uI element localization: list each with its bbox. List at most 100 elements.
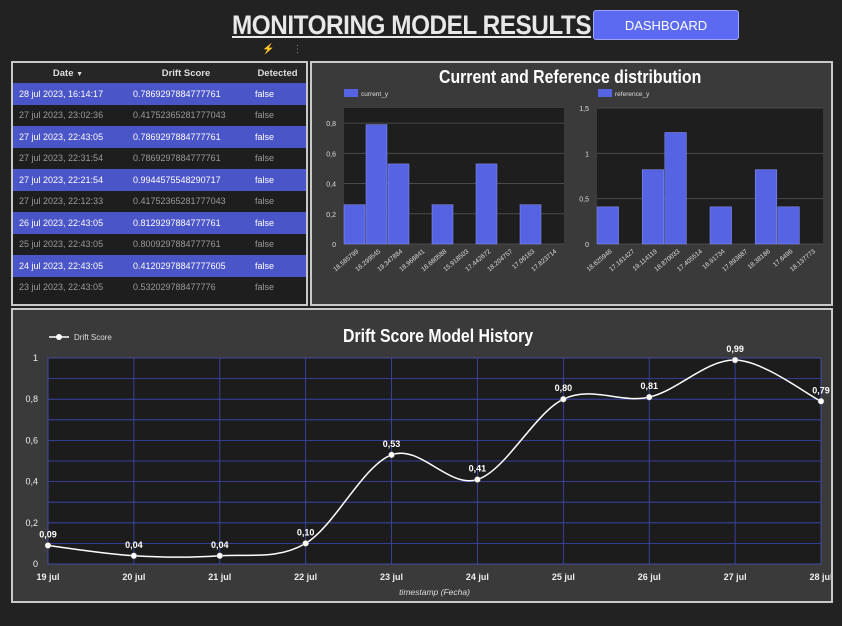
x-tick-label: 20 jul — [122, 572, 145, 582]
table-cell-detected: false — [249, 276, 306, 298]
data-label: 0,10 — [297, 527, 315, 537]
table-cell-score: 0.7869297884777761 — [123, 83, 249, 105]
table-cell-score: 0.8129297884777761 — [123, 212, 249, 234]
data-label: 0,81 — [640, 381, 658, 391]
bar — [343, 204, 366, 245]
data-point — [130, 552, 138, 560]
y-tick-label: 0,6 — [25, 435, 38, 445]
table-cell-detected: false — [249, 104, 306, 126]
y-tick-label: 1 — [585, 151, 589, 158]
table-row[interactable]: 26 jul 2023, 22:43:05 0.8129297884777761 f… — [13, 212, 306, 234]
data-label: 0,04 — [211, 540, 229, 550]
table-cell-date: 23 jul 2023, 22:43:05 — [13, 276, 123, 298]
x-tick-label: 26 jul — [638, 572, 661, 582]
bar — [754, 169, 778, 245]
table-row[interactable]: 25 jul 2023, 22:43:05 0.8009297884777761 f… — [13, 233, 306, 255]
table-cell-score: 0.7869297884777761 — [123, 126, 249, 148]
table-cell-score: 0.41202978847777605 — [123, 255, 249, 277]
table-cell-date: 25 jul 2023, 22:43:05 — [13, 233, 123, 255]
table-row[interactable]: 24 jul 2023, 22:43:05 0.41202978847777605… — [13, 255, 306, 277]
bar — [664, 132, 687, 245]
legend-swatch — [344, 89, 358, 97]
legend-swatch — [598, 89, 612, 97]
table-row[interactable]: 27 jul 2023, 22:12:33 0.41752365281777043… — [13, 190, 306, 212]
y-tick-label: 0,8 — [326, 121, 336, 128]
y-tick-label: 0,5 — [579, 197, 589, 204]
table-cell-detected: false — [249, 169, 306, 191]
data-label: 0,04 — [125, 540, 143, 550]
table-cell-detected: false — [249, 126, 306, 148]
bar — [475, 163, 498, 245]
data-point — [817, 398, 825, 405]
bar — [519, 204, 542, 245]
data-point — [44, 542, 52, 549]
x-tick-label: 28 jul — [809, 572, 831, 582]
data-point — [302, 540, 309, 547]
data-label: 0,79 — [812, 385, 830, 395]
table-cell-date: 27 jul 2023, 22:21:54 — [13, 169, 123, 191]
distribution-chart: 00,20,40,60,818.58579916.29954519.347884… — [326, 89, 823, 273]
table-cell-score: 0.41752365281777043 — [123, 104, 249, 126]
column-header-detected[interactable]: Detected — [249, 63, 306, 83]
x-tick-label: 18.38186 — [747, 248, 773, 271]
legend-label: Drift Score — [74, 333, 112, 342]
table-row[interactable]: 27 jul 2023, 23:02:36 0.41752365281777043… — [13, 104, 306, 126]
data-point — [388, 451, 395, 459]
table-row[interactable]: 27 jul 2023, 22:31:54 0.7869297884777761 f… — [13, 147, 306, 169]
bar — [387, 163, 410, 245]
x-tick-label: 24 jul — [466, 572, 489, 582]
data-point — [560, 395, 567, 403]
table-cell-detected: false — [249, 190, 306, 212]
column-header-drift-score[interactable]: Drift Score — [123, 63, 249, 83]
y-tick-label: 0,4 — [326, 182, 336, 189]
bar — [777, 206, 800, 245]
data-point — [731, 356, 739, 364]
legend-marker — [56, 334, 62, 340]
table-cell-detected: false — [249, 147, 306, 169]
table-cell-score: 0.8009297884777761 — [123, 233, 249, 255]
y-tick-label: 0,8 — [25, 394, 38, 404]
table-cell-date: 26 jul 2023, 22:43:05 — [13, 212, 123, 234]
y-tick-label: 1 — [33, 353, 38, 363]
x-tick-label: 27 jul — [724, 572, 747, 582]
y-tick-label: 0 — [332, 242, 336, 249]
table-cell-detected: false — [249, 233, 306, 255]
history-chart: 19 jul 20 jul 21 jul 22 jul 23 jul 24 jul 25 j… — [25, 333, 831, 597]
y-tick-label: 1,5 — [579, 106, 589, 113]
data-label: 0,53 — [383, 439, 401, 449]
table-row[interactable]: 23 jul 2023, 22:43:05 0.532029788477776 fa… — [13, 276, 306, 298]
drift-table: Date ▼ Drift Score Detected 28 jul 2023,… — [13, 63, 306, 298]
legend-label: current_y — [361, 91, 389, 98]
table-cell-score: 0.41752365281777043 — [123, 190, 249, 212]
drift-table-panel: Date ▼ Drift Score Detected 28 jul 2023,… — [11, 61, 308, 306]
table-cell-score: 0.9944575548290717 — [123, 169, 249, 191]
lightning-icon[interactable]: ⚡ — [262, 44, 274, 55]
y-tick-label: 0,2 — [326, 212, 336, 219]
table-row[interactable]: 27 jul 2023, 22:43:05 0.7869297884777761 f… — [13, 126, 306, 148]
data-label: 0,09 — [39, 529, 57, 539]
dashboard-button[interactable]: DASHBOARD — [593, 10, 739, 40]
toolbar: ⚡ ⋮ — [262, 44, 302, 55]
distribution-panel: Current and Reference distribution 0 0,2 0… — [310, 61, 833, 306]
x-axis-label: timestamp (Fecha) — [399, 587, 470, 597]
data-label: 0,41 — [469, 464, 487, 474]
table-cell-date: 27 jul 2023, 22:43:05 — [13, 126, 123, 148]
x-tick-label: 17.405514 — [676, 248, 704, 273]
y-tick-label: 0,6 — [326, 151, 336, 158]
table-cell-detected: false — [249, 212, 306, 234]
x-tick-label: 18.137773 — [789, 248, 817, 273]
page-title: MONITORING MODEL RESULTS — [232, 10, 592, 40]
x-tick-label: 23 jul — [380, 572, 403, 582]
y-tick-label: 0,4 — [25, 477, 38, 487]
table-cell-detected: false — [249, 83, 306, 105]
more-vert-icon[interactable]: ⋮ — [292, 44, 302, 55]
table-cell-score: 0.532029788477776 — [123, 276, 249, 298]
column-header-date[interactable]: Date ▼ — [13, 63, 123, 83]
table-row[interactable]: 28 jul 2023, 16:14:17 0.7869297884777761 f… — [13, 83, 306, 105]
table-row[interactable]: 27 jul 2023, 22:21:54 0.9944575548290717 f… — [13, 169, 306, 191]
history-panel: Drift Score Model History 19 jul 20 jul 21… — [11, 308, 833, 603]
y-tick-label: 0 — [585, 242, 589, 249]
data-label: 0,80 — [555, 383, 573, 393]
bar — [709, 206, 732, 245]
bar — [365, 124, 388, 245]
